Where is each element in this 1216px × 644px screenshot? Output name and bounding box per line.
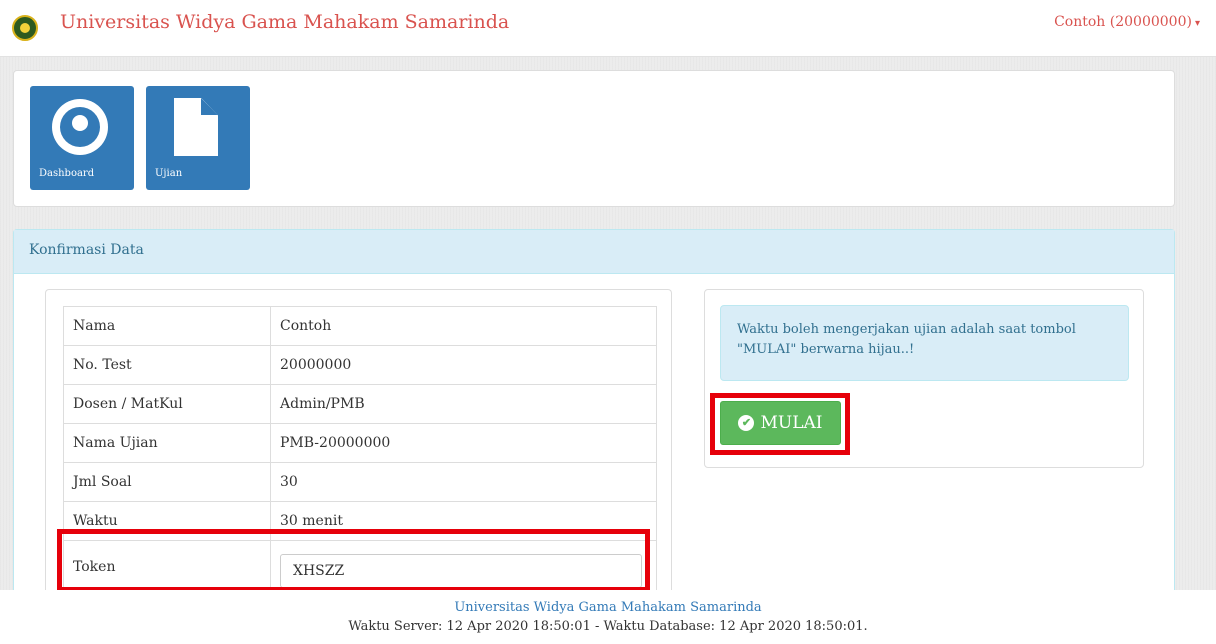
dashboard-label: Dashboard — [39, 168, 95, 179]
dashboard-icon — [52, 99, 108, 155]
row-value: 20000000 — [270, 345, 657, 385]
mulai-button[interactable]: ✔ MULAI — [720, 401, 841, 445]
brand-title[interactable]: Universitas Widya Gama Mahakam Samarinda — [60, 10, 509, 34]
ujian-label: Ujian — [155, 168, 183, 179]
konfirmasi-panel: Konfirmasi Data Nama Contoh No. Test 200… — [13, 229, 1175, 593]
row-value: Admin/PMB — [270, 384, 657, 424]
row-label: No. Test — [63, 345, 271, 385]
footer: Universitas Widya Gama Mahakam Samarinda… — [0, 590, 1216, 644]
mulai-label: MULAI — [760, 413, 823, 433]
table-row: Nama Contoh — [63, 306, 657, 346]
row-value: 30 menit — [270, 501, 657, 541]
token-row: Token — [63, 540, 657, 593]
token-label: Token — [63, 540, 271, 593]
data-box: Nama Contoh No. Test 20000000 Dosen / Ma… — [45, 289, 672, 593]
info-table: Nama Contoh No. Test 20000000 Dosen / Ma… — [63, 306, 657, 593]
user-name[interactable]: Contoh (20000000) — [1054, 14, 1192, 30]
row-label: Dosen / MatKul — [63, 384, 271, 424]
row-value: PMB-20000000 — [270, 423, 657, 463]
table-row: Nama Ujian PMB-20000000 — [63, 423, 657, 463]
row-value: 30 — [270, 462, 657, 502]
row-label: Nama — [63, 306, 271, 346]
token-input[interactable] — [280, 553, 642, 588]
user-menu[interactable]: Contoh (20000000) ▾ — [1054, 14, 1200, 30]
table-row: Dosen / MatKul Admin/PMB — [63, 384, 657, 424]
row-value: Contoh — [270, 306, 657, 346]
dashboard-tile[interactable]: Dashboard — [30, 86, 134, 190]
start-box: Waktu boleh mengerjakan ujian adalah saa… — [704, 289, 1144, 468]
caret-down-icon[interactable]: ▾ — [1195, 18, 1200, 29]
row-label: Nama Ujian — [63, 423, 271, 463]
table-row: Jml Soal 30 — [63, 462, 657, 502]
row-label: Jml Soal — [63, 462, 271, 502]
university-logo-icon[interactable] — [12, 15, 38, 41]
menu-panel: Dashboard Ujian — [13, 70, 1175, 207]
panel-heading: Konfirmasi Data — [14, 230, 1174, 274]
footer-title[interactable]: Universitas Widya Gama Mahakam Samarinda — [0, 598, 1216, 617]
info-alert: Waktu boleh mengerjakan ujian adalah saa… — [720, 305, 1129, 381]
file-icon — [174, 98, 218, 156]
navbar: Universitas Widya Gama Mahakam Samarinda… — [0, 0, 1216, 57]
table-row: No. Test 20000000 — [63, 345, 657, 385]
table-row: Waktu 30 menit — [63, 501, 657, 541]
check-circle-icon: ✔ — [738, 415, 755, 431]
row-label: Waktu — [63, 501, 271, 541]
footer-server-time: Waktu Server: 12 Apr 2020 18:50:01 - Wak… — [348, 619, 868, 634]
ujian-tile[interactable]: Ujian — [146, 86, 250, 190]
